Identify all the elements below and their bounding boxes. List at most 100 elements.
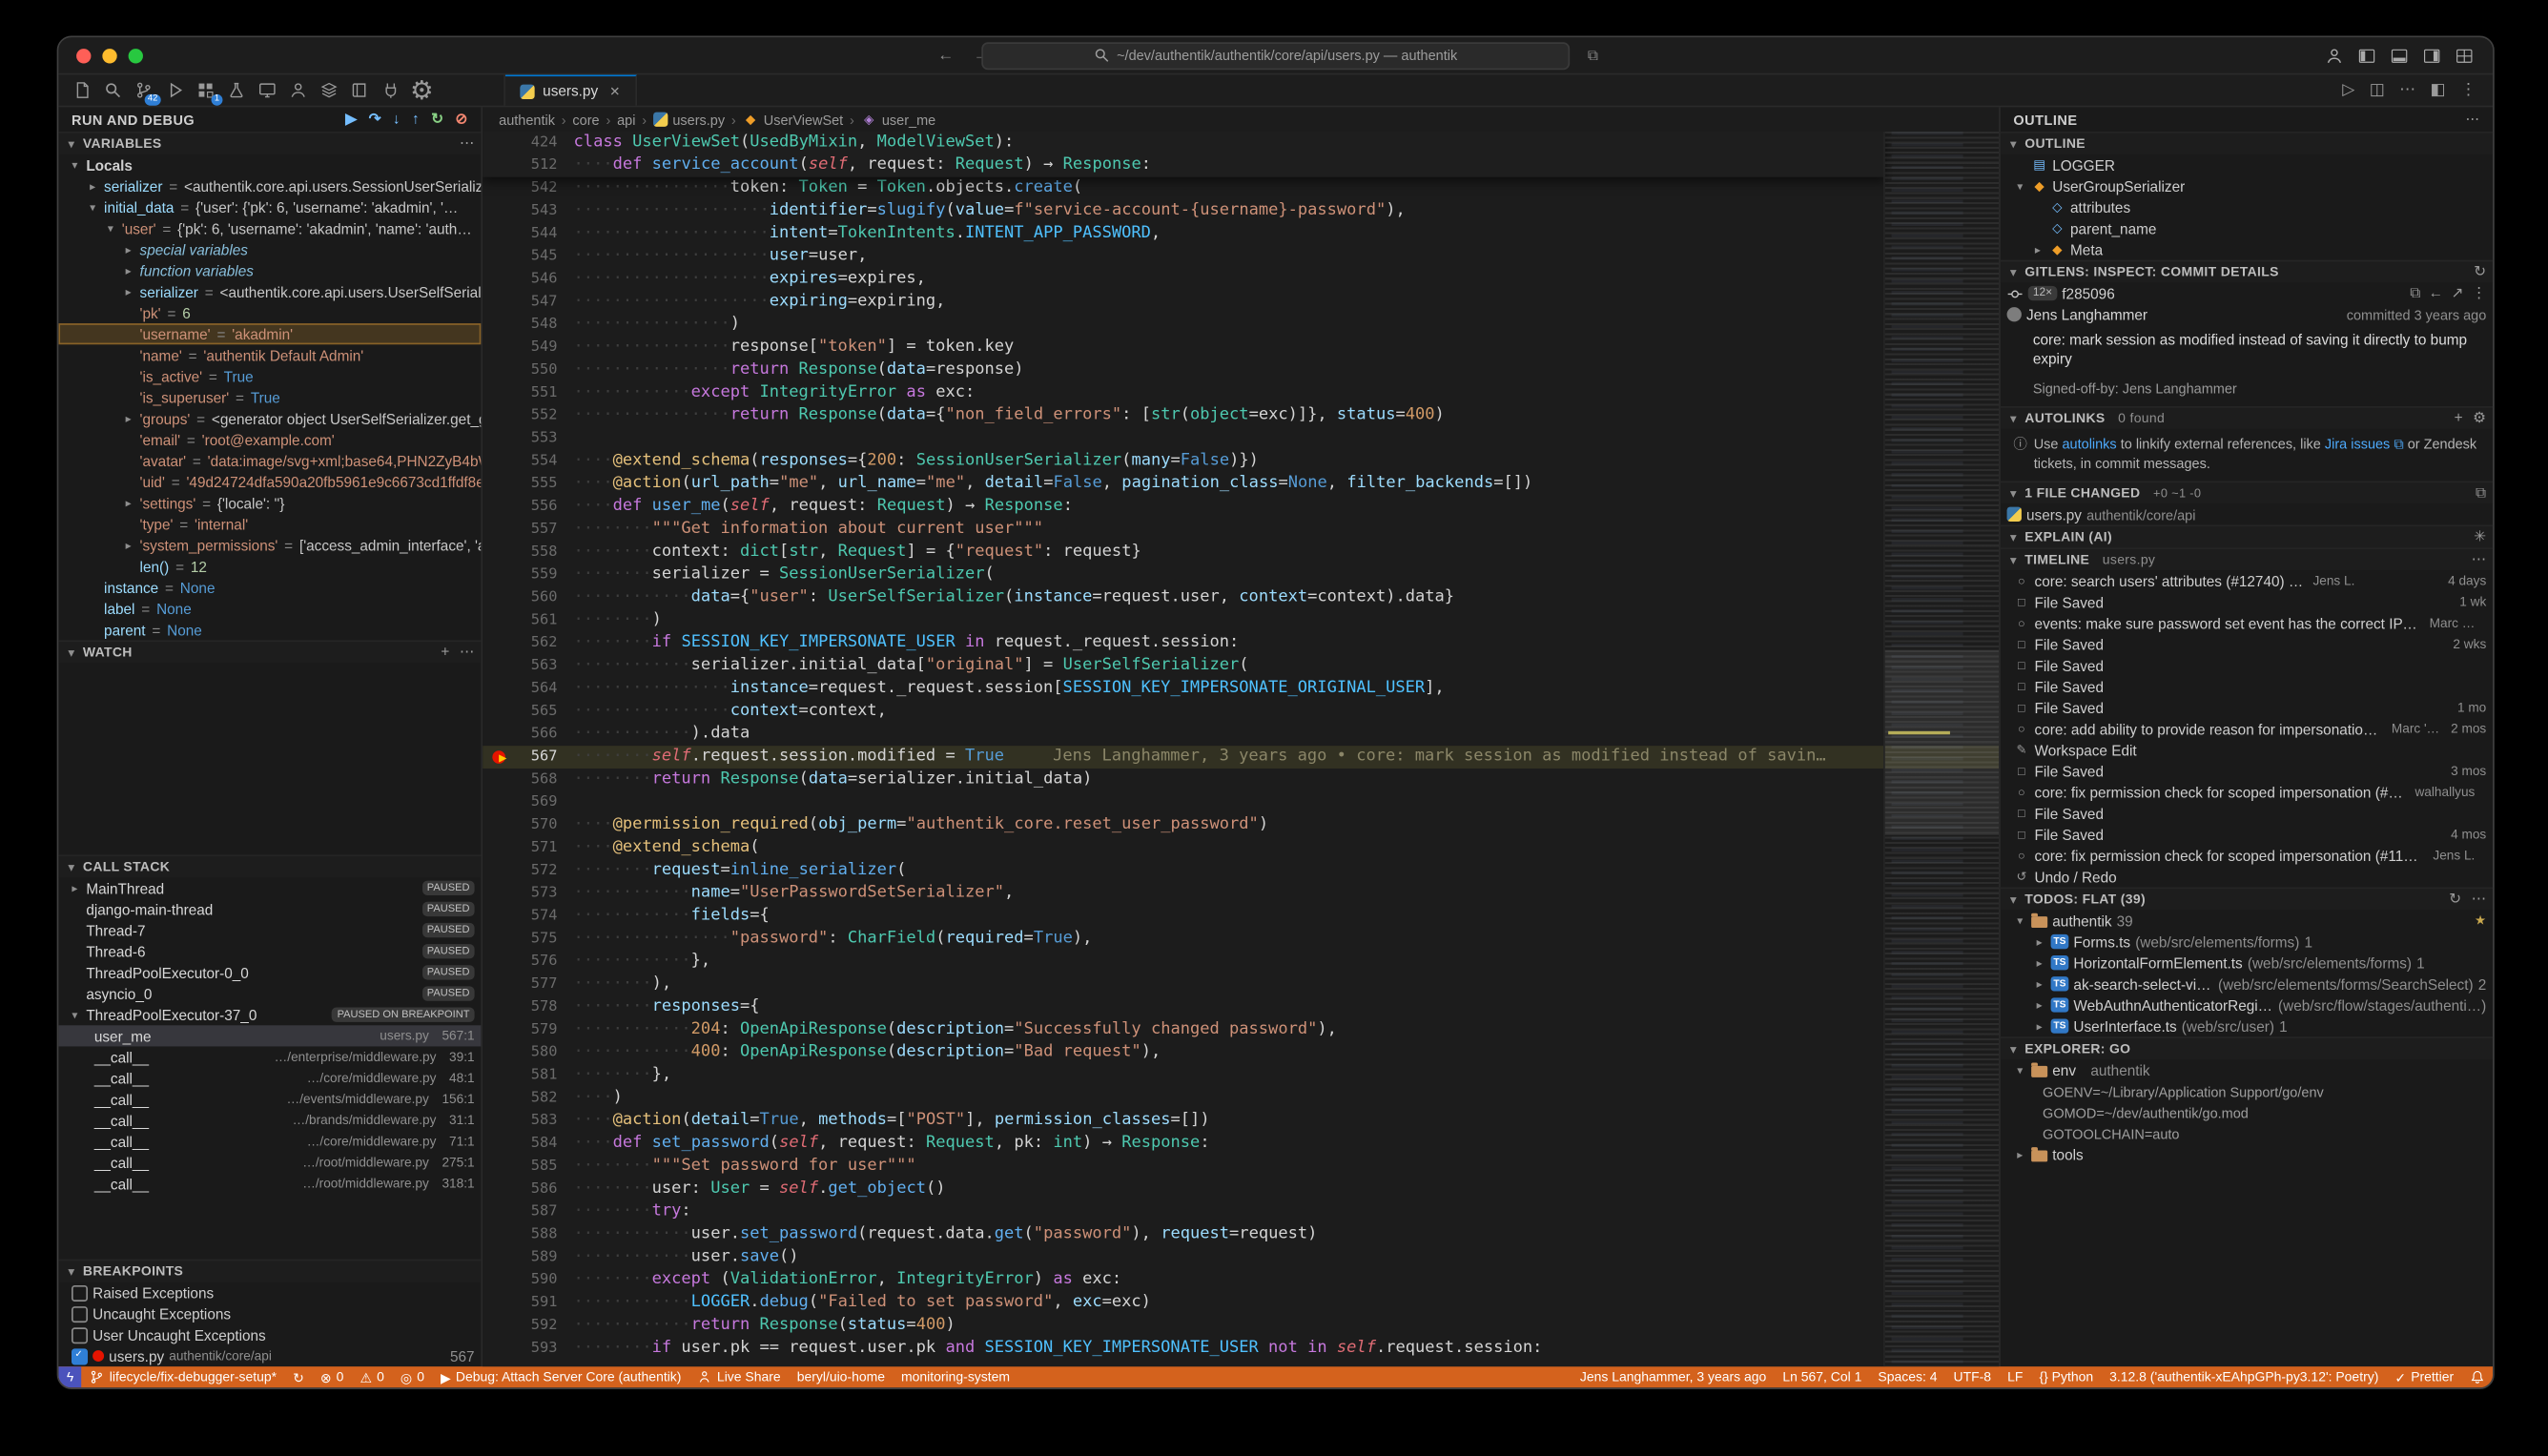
callstack-frame-row[interactable]: user_meusers.py567:1 <box>58 1025 481 1046</box>
variable-row[interactable]: ▸function variables <box>58 260 481 281</box>
code-line[interactable]: 568········return Response(data=serializ… <box>483 769 1999 791</box>
code-line[interactable]: 590········except (ValidationError, Inte… <box>483 1269 1999 1292</box>
line-number[interactable]: 575 <box>483 928 573 951</box>
callstack-thread-row[interactable]: Thread-6PAUSED <box>58 941 481 962</box>
open-editors-icon[interactable]: ⧉ <box>1588 47 1598 65</box>
disconnect-button[interactable]: ⊘ <box>455 111 467 129</box>
command-center[interactable]: ~/dev/authentik/authentik/core/api/users… <box>981 41 1570 69</box>
statusbar-eol[interactable]: LF <box>2000 1366 2031 1387</box>
callstack-section-header[interactable]: ▾ CALL STACK <box>58 854 481 877</box>
commit-more-icon[interactable]: ⋮ <box>2472 284 2486 302</box>
todo-file-row[interactable]: ▸TSak-search-select-view.ts(web/src/elem… <box>2001 974 2493 995</box>
code-line[interactable]: 584····def set_password(self, request: R… <box>483 1133 1999 1156</box>
line-number[interactable]: 543 <box>483 200 573 223</box>
code-line[interactable]: 543····················identifier=slugif… <box>483 200 1999 223</box>
statusbar-ports[interactable]: ◎0 <box>392 1366 432 1387</box>
todos-refresh-icon[interactable]: ↻ <box>2449 891 2461 909</box>
callstack-frame-row[interactable]: __call__…/enterprise/middleware.py39:1 <box>58 1046 481 1067</box>
line-number[interactable]: 586 <box>483 1178 573 1200</box>
variable-row[interactable]: 'avatar'='data:image/svg+xml;base64,PHN2… <box>58 450 481 471</box>
code-line[interactable]: 546····················expires=expires, <box>483 268 1999 291</box>
toggle-secondary-sidebar-button[interactable]: ◧ <box>2431 81 2446 99</box>
timeline-more-icon[interactable]: ⋯ <box>2472 551 2487 569</box>
breakpoint-row[interactable]: Uncaught Exceptions <box>58 1303 481 1324</box>
code-line[interactable]: 593········if user.pk == request.user.pk… <box>483 1337 1999 1360</box>
line-number[interactable]: 584 <box>483 1133 573 1156</box>
variable-row[interactable]: instance=None <box>58 577 481 598</box>
code-line[interactable]: 589············user.save() <box>483 1246 1999 1269</box>
code-line[interactable]: 577········), <box>483 974 1999 996</box>
outline-item[interactable]: ◇attributes <box>2001 196 2493 217</box>
code-line[interactable]: 563············serializer.initial_data["… <box>483 655 1999 678</box>
line-number[interactable]: 564 <box>483 678 573 701</box>
code-line[interactable]: 558········context: dict[str, Request] =… <box>483 541 1999 564</box>
activity-doc-icon[interactable] <box>70 78 94 103</box>
callstack-thread-row[interactable]: ThreadPoolExecutor-0_0PAUSED <box>58 962 481 983</box>
checkbox[interactable] <box>72 1305 88 1322</box>
line-number[interactable]: 574 <box>483 905 573 928</box>
line-number[interactable]: 581 <box>483 1064 573 1087</box>
activity-monitor-icon[interactable] <box>256 78 280 103</box>
gitlens-section-header[interactable]: ▾ GITLENS: INSPECT: COMMIT DETAILS ↻ <box>2001 260 2493 283</box>
line-number[interactable]: 560 <box>483 586 573 609</box>
line-number[interactable]: 590 <box>483 1269 573 1292</box>
statusbar-remote-indicator[interactable]: ϟ <box>58 1366 81 1387</box>
code-line[interactable]: 574············fields={ <box>483 905 1999 928</box>
panel-menu-button[interactable]: ⋮ <box>2460 81 2476 99</box>
autolinks-section-header[interactable]: ▾ AUTOLINKS 0 found +⚙ <box>2001 406 2493 429</box>
code-line[interactable]: 561········) <box>483 609 1999 632</box>
callstack-frame-row[interactable]: __call__…/brands/middleware.py31:1 <box>58 1110 481 1131</box>
variable-row[interactable]: 'name'='authentik Default Admin' <box>58 344 481 365</box>
timeline-item[interactable]: ○events: make sure password set event ha… <box>2001 612 2493 633</box>
files-changed-section-header[interactable]: ▾ 1 FILE CHANGED +0 ~1 -0 ⧉ <box>2001 481 2493 503</box>
statusbar-workspace[interactable]: beryl/uio-home <box>789 1366 893 1387</box>
todos-section-header[interactable]: ▾ TODOS: FLAT (39) ↻⋯ <box>2001 887 2493 910</box>
statusbar-git-branch[interactable]: lifecycle/fix-debugger-setup* <box>82 1366 285 1387</box>
timeline-item[interactable]: □File Saved1 wk <box>2001 591 2493 612</box>
activity-ext-icon[interactable]: 1 <box>194 78 218 103</box>
code-line[interactable]: 572········request=inline_serializer( <box>483 859 1999 882</box>
timeline-item[interactable]: ✎Workspace Edit <box>2001 739 2493 760</box>
callstack-frame-row[interactable]: __call__…/events/middleware.py156:1 <box>58 1089 481 1110</box>
go-env-variable[interactable]: GOMOD=~/dev/authentik/go.mod <box>2001 1101 2493 1122</box>
code-line[interactable]: 592············return Response(status=40… <box>483 1315 1999 1338</box>
code-line[interactable]: 583····@action(detail=True, methods=["PO… <box>483 1110 1999 1133</box>
callstack-thread-row[interactable]: asyncio_0PAUSED <box>58 983 481 1004</box>
code-line[interactable]: 564················instance=request._req… <box>483 678 1999 701</box>
star-icon[interactable]: ★ <box>2475 913 2486 928</box>
line-number[interactable]: 569 <box>483 791 573 814</box>
statusbar-debug-status[interactable]: ▶Debug: Attach Server Core (authentik) <box>433 1366 689 1387</box>
breadcrumb-item[interactable]: authentik <box>499 112 555 128</box>
pane-more-icon[interactable]: ⋯ <box>2465 111 2479 129</box>
code-line[interactable]: 579············204: OpenApiResponse(desc… <box>483 1018 1999 1041</box>
timeline-item[interactable]: □File Saved <box>2001 676 2493 697</box>
code-line[interactable]: 548················) <box>483 314 1999 337</box>
code-line[interactable]: 559········serializer = SessionUserSeria… <box>483 564 1999 586</box>
line-number[interactable]: 576 <box>483 951 573 974</box>
variable-row[interactable]: parent=None <box>58 619 481 640</box>
line-number[interactable]: 582 <box>483 1087 573 1110</box>
changed-file-row[interactable]: users.py authentik/core/api <box>2001 503 2493 524</box>
watch-section-header[interactable]: ▾ WATCH +⋯ <box>58 640 481 663</box>
line-number[interactable]: 591 <box>483 1292 573 1315</box>
callstack-thread-row[interactable]: django-main-threadPAUSED <box>58 898 481 919</box>
line-number[interactable]: 557 <box>483 519 573 542</box>
line-number[interactable]: 588 <box>483 1223 573 1246</box>
code-line[interactable]: 575················"password": CharField… <box>483 928 1999 951</box>
nav-back-icon[interactable]: ← <box>2429 284 2443 302</box>
statusbar-errors[interactable]: ⊗0 <box>312 1366 352 1387</box>
line-number[interactable]: 550 <box>483 359 573 382</box>
code-line[interactable]: 545····················user=user, <box>483 245 1999 268</box>
close-window-button[interactable] <box>76 48 91 62</box>
breadcrumb-item[interactable]: users.py <box>653 112 725 128</box>
variable-row[interactable]: ▾initial_data={'user': {'pk': 6, 'userna… <box>58 196 481 217</box>
outline-item[interactable]: ◇parent_name <box>2001 217 2493 238</box>
activity-layers-icon[interactable] <box>317 78 341 103</box>
line-number[interactable]: 577 <box>483 974 573 996</box>
variable-row[interactable]: ▸'groups'=<generator object UserSelfSeri… <box>58 408 481 429</box>
line-number[interactable]: 548 <box>483 314 573 337</box>
code-line[interactable]: 565················context=context, <box>483 700 1999 723</box>
code-line[interactable]: 552················return Response(data=… <box>483 404 1999 427</box>
code-line[interactable]: 544····················intent=TokenInten… <box>483 222 1999 245</box>
minimap[interactable] <box>1883 132 1999 1366</box>
